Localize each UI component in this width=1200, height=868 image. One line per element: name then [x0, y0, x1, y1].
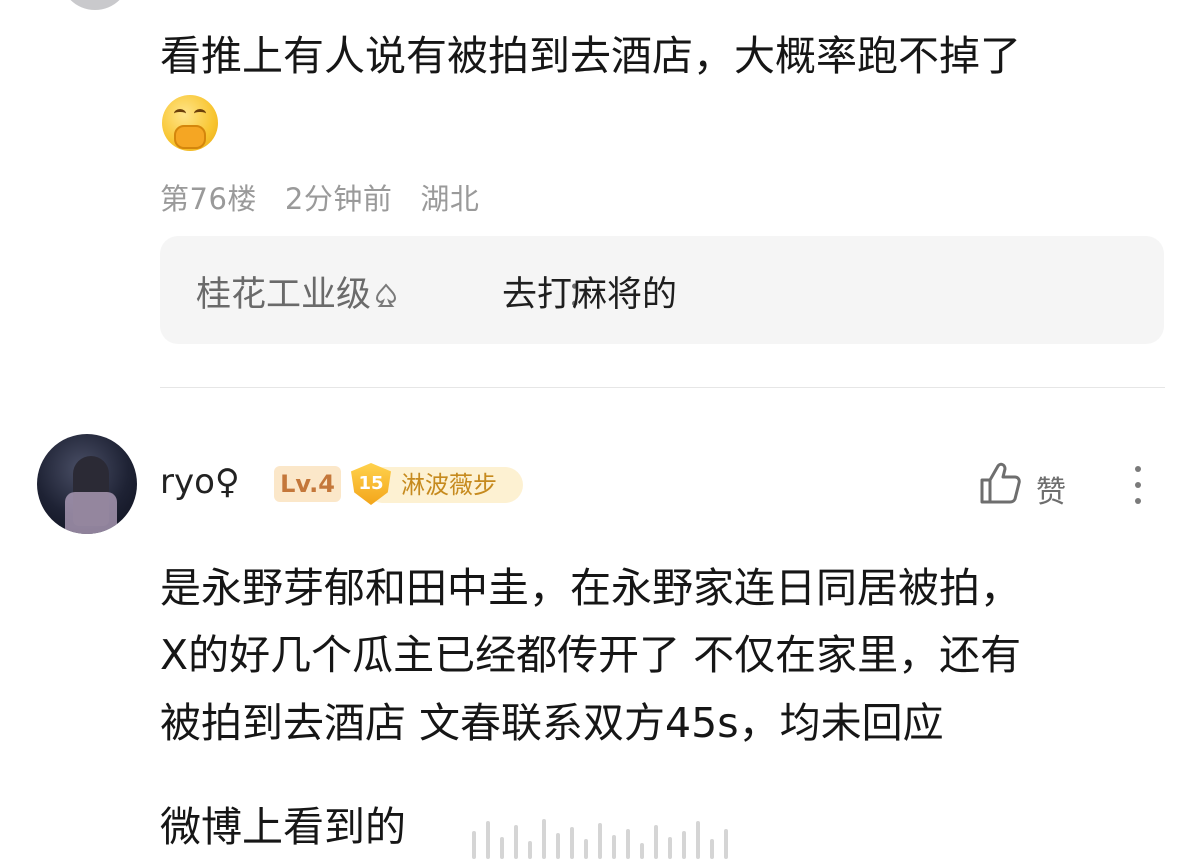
comment-text-line: 被拍到去酒店 文春联系双方45s，均未回应: [160, 699, 944, 747]
like-button-label[interactable]: 赞: [1036, 467, 1066, 511]
username[interactable]: ryo♀: [160, 462, 240, 502]
fan-badge-label: 淋波薇步: [401, 471, 497, 499]
fan-badge[interactable]: 15 淋波薇步: [351, 463, 523, 505]
female-gender-icon: ♀: [214, 462, 240, 502]
previous-avatar-edge: [60, 0, 130, 10]
spade-suit-icon: [376, 283, 397, 307]
comment-divider: [160, 387, 1165, 388]
floor-number: 第76楼: [160, 182, 257, 216]
post-time: 2分钟前: [284, 182, 393, 216]
comment-text-line: X的好几个瓜主已经都传开了 不仅在家里，还有: [160, 631, 1022, 679]
comment-text-line: 是永野芽郁和田中圭，在永野家连日同居被拍，: [160, 564, 1021, 612]
location: 湖北: [420, 182, 480, 216]
previous-comment-meta: 第76楼 2分钟前 湖北: [160, 176, 507, 218]
sub-reply-box[interactable]: 桂花工业级 ： 去打麻将的: [160, 236, 1164, 344]
comment-footer-text: 微博上看到的: [160, 803, 406, 851]
sub-reply-author[interactable]: 桂花工业级: [196, 266, 399, 317]
more-options-icon[interactable]: [1120, 462, 1156, 508]
level-badge: Lv.4: [274, 466, 341, 502]
face-with-hand-over-mouth-emoji-icon: [162, 95, 218, 151]
avatar[interactable]: [37, 434, 137, 534]
watermark: [472, 815, 742, 859]
sub-reply-text: 去打麻将的: [502, 275, 678, 315]
previous-comment-text: 看推上有人说有被拍到去酒店，大概率跑不掉了: [160, 32, 1021, 80]
thumbs-up-icon[interactable]: [978, 460, 1022, 506]
